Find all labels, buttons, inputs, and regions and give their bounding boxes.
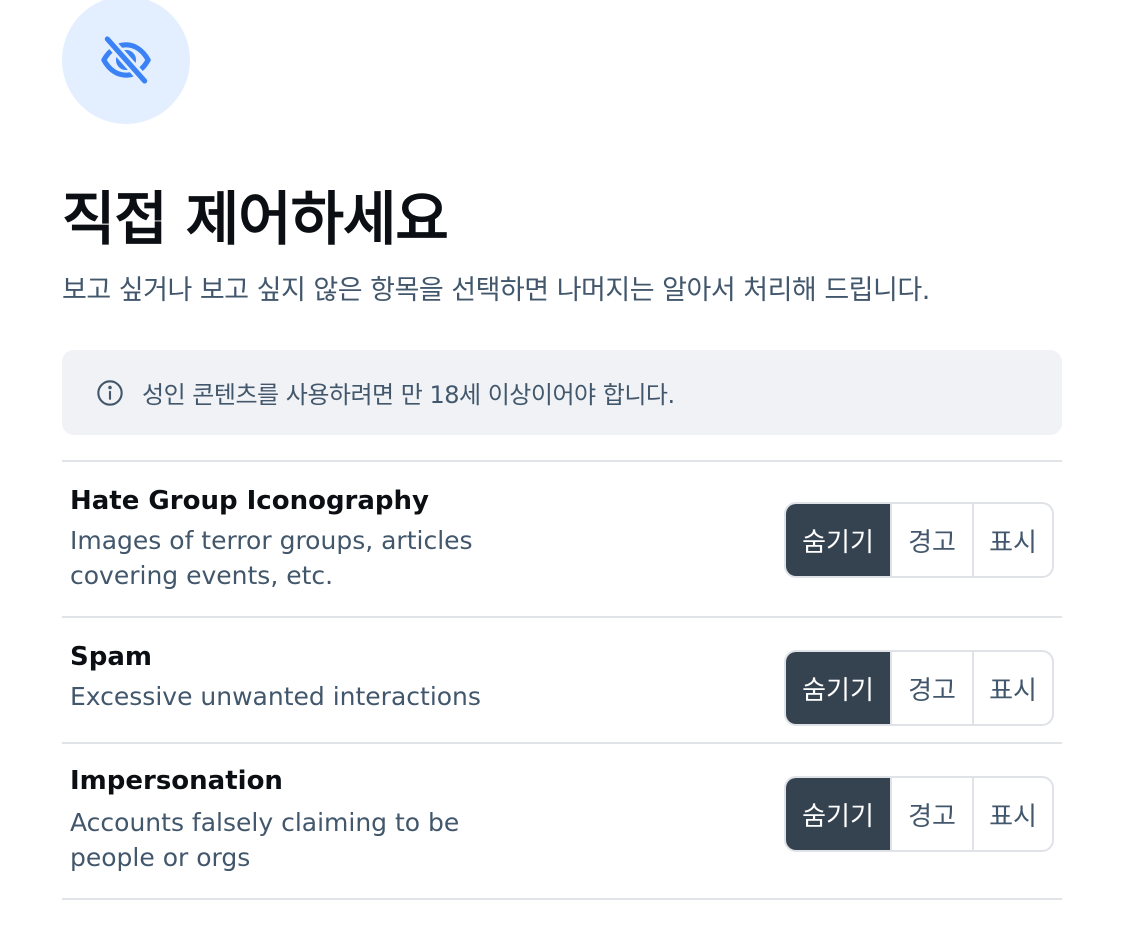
page-title: 직접 제어하세요 bbox=[62, 185, 449, 253]
hide-option-button[interactable]: 숨기기 bbox=[786, 504, 890, 576]
filter-description: Images of terror groups, articles coveri… bbox=[70, 526, 473, 590]
filter-row-impersonation: Impersonation Accounts falsely claiming … bbox=[62, 744, 1062, 900]
filter-title: Impersonation bbox=[70, 766, 283, 796]
info-circle-icon bbox=[97, 379, 123, 406]
page-subtitle: 보고 싶거나 보고 싶지 않은 항목을 선택하면 나머지는 알아서 처리해 드립… bbox=[62, 275, 930, 306]
filter-description: Excessive unwanted interactions bbox=[70, 682, 481, 711]
hide-option-button[interactable]: 숨기기 bbox=[786, 652, 890, 724]
notice-text: 성인 콘텐츠를 사용하려면 만 18세 이상이어야 합니다. bbox=[142, 381, 675, 409]
filter-description: Accounts falsely claiming to be people o… bbox=[70, 808, 460, 872]
show-option-button[interactable]: 표시 bbox=[972, 778, 1052, 850]
warn-option-button[interactable]: 경고 bbox=[890, 504, 972, 576]
age-notice: 성인 콘텐츠를 사용하려면 만 18세 이상이어야 합니다. bbox=[62, 350, 1062, 435]
moderation-settings-page: 직접 제어하세요 보고 싶거나 보고 싶지 않은 항목을 선택하면 나머지는 알… bbox=[0, 0, 1140, 952]
warn-option-button[interactable]: 경고 bbox=[890, 778, 972, 850]
visibility-segmented-control: 숨기기 경고 표시 bbox=[784, 650, 1054, 726]
warn-option-button[interactable]: 경고 bbox=[890, 652, 972, 724]
filter-title: Hate Group Iconography bbox=[70, 486, 429, 516]
eye-slash-icon bbox=[101, 33, 151, 87]
show-option-button[interactable]: 표시 bbox=[972, 652, 1052, 724]
visibility-segmented-control: 숨기기 경고 표시 bbox=[784, 502, 1054, 578]
hide-option-button[interactable]: 숨기기 bbox=[786, 778, 890, 850]
filter-row-hate-group-iconography: Hate Group Iconography Images of terror … bbox=[62, 462, 1062, 618]
filter-row-spam: Spam Excessive unwanted interactions 숨기기… bbox=[62, 618, 1062, 744]
filter-title: Spam bbox=[70, 642, 152, 672]
hero-badge bbox=[62, 0, 190, 124]
visibility-segmented-control: 숨기기 경고 표시 bbox=[784, 776, 1054, 852]
show-option-button[interactable]: 표시 bbox=[972, 504, 1052, 576]
filter-list: Hate Group Iconography Images of terror … bbox=[62, 460, 1062, 900]
